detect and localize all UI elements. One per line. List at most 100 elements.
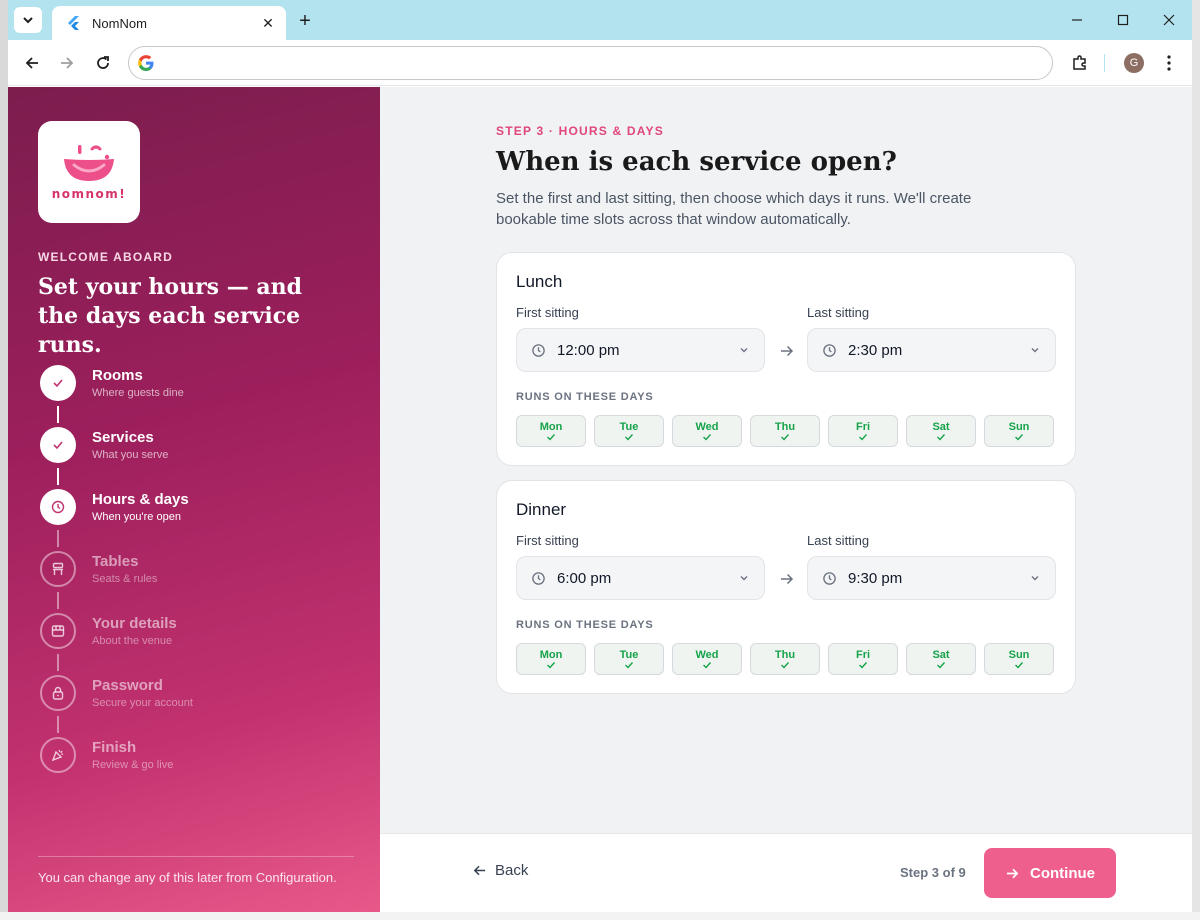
day-name: Sat (932, 420, 950, 433)
check-icon (936, 433, 946, 442)
step-label: Rooms (92, 367, 143, 384)
step-sublabel: What you serve (92, 449, 169, 461)
google-icon (138, 55, 154, 76)
day-toggle-wed[interactable]: Wed (672, 643, 742, 675)
day-name: Sun (1008, 420, 1030, 433)
continue-button[interactable]: Continue (984, 848, 1116, 898)
step-sublabel: Where guests dine (92, 387, 184, 399)
check-icon (546, 661, 556, 670)
tab-title: NomNom (92, 15, 147, 31)
sidebar-eyebrow: WELCOME ABOARD (38, 250, 174, 264)
step-circle (40, 613, 76, 649)
day-toggle-sun[interactable]: Sun (984, 415, 1054, 447)
check-icon (624, 433, 634, 442)
day-toggle-mon[interactable]: Mon (516, 643, 586, 675)
check-icon (1014, 661, 1024, 670)
maximize-button[interactable] (1100, 0, 1146, 40)
chevron-down-icon (740, 348, 748, 353)
day-name: Wed (695, 420, 719, 433)
desktop-taskbar-strip (0, 912, 1200, 920)
smile-logo-icon (64, 145, 114, 181)
day-name: Mon (539, 420, 563, 433)
party-icon (51, 749, 64, 762)
tab-close-icon[interactable]: ✕ (260, 15, 276, 32)
browser-menu-button[interactable] (1155, 49, 1183, 77)
check-icon (546, 433, 556, 442)
step-label: Hours & days (92, 491, 189, 508)
profile-avatar[interactable]: G (1124, 53, 1144, 73)
day-name: Mon (539, 648, 563, 661)
forward-nav-button[interactable] (53, 49, 81, 77)
step-connector (57, 592, 59, 609)
step-connector (57, 530, 59, 547)
day-toggle-thu[interactable]: Thu (750, 415, 820, 447)
day-toggle-sat[interactable]: Sat (906, 643, 976, 675)
day-toggle-sat[interactable]: Sat (906, 415, 976, 447)
logo-wordmark: nomnom! (51, 187, 127, 201)
day-toggle-fri[interactable]: Fri (828, 415, 898, 447)
puzzle-icon (1073, 55, 1086, 70)
step-label: Finish (92, 739, 137, 756)
first-sitting-select[interactable]: 12:00 pm (516, 328, 765, 372)
step-label: Password (92, 677, 163, 694)
back-button[interactable]: Back (472, 862, 528, 879)
day-toggle-sun[interactable]: Sun (984, 643, 1054, 675)
chevron-down-icon (740, 576, 748, 581)
reload-button[interactable] (89, 49, 117, 77)
step-label: Tables (92, 553, 139, 570)
select-value: 6:00 pm (557, 569, 612, 587)
main-panel: STEP 3 · HOURS & DAYS When is each servi… (380, 87, 1192, 912)
step-sublabel: Seats & rules (92, 573, 158, 585)
check-icon (702, 661, 712, 670)
step-circle (40, 365, 76, 401)
close-window-button[interactable] (1146, 0, 1192, 40)
extensions-button[interactable] (1066, 49, 1094, 77)
toolbar-separator (1104, 54, 1105, 72)
back-nav-button[interactable] (18, 49, 46, 77)
first-sitting-label: First sitting (516, 533, 579, 548)
maximize-icon (1117, 14, 1129, 26)
day-toggle-wed[interactable]: Wed (672, 415, 742, 447)
last-sitting-select[interactable]: 2:30 pm (807, 328, 1056, 372)
day-toggle-tue[interactable]: Tue (594, 415, 664, 447)
day-name: Fri (855, 420, 871, 433)
step-connector (57, 468, 59, 485)
last-sitting-label: Last sitting (807, 533, 870, 548)
reload-icon (97, 56, 109, 69)
check-icon (936, 661, 946, 670)
chevron-down-icon (23, 17, 33, 24)
kebab-menu-icon (1167, 55, 1171, 71)
select-value: 2:30 pm (848, 341, 903, 359)
browser-tab[interactable]: NomNom ✕ (52, 6, 286, 40)
day-toggle-group: Mon Tue Wed Thu Fri Sat Sun (516, 643, 1054, 675)
day-toggle-tue[interactable]: Tue (594, 643, 664, 675)
service-name: Dinner (516, 500, 567, 519)
continue-label: Continue (1030, 864, 1095, 882)
day-toggle-thu[interactable]: Thu (750, 643, 820, 675)
check-icon (858, 433, 868, 442)
step-sublabel: About the venue (92, 635, 173, 647)
select-value: 12:00 pm (557, 341, 620, 359)
minimize-button[interactable] (1054, 0, 1100, 40)
tab-strip: NomNom ✕ + (8, 0, 1192, 40)
day-toggle-mon[interactable]: Mon (516, 415, 586, 447)
step-connector (57, 654, 59, 671)
flutter-icon (66, 15, 82, 31)
clock-icon (531, 570, 547, 586)
sidebar-footer-note: You can change any of this later from Co… (38, 870, 337, 885)
address-bar[interactable] (128, 46, 1053, 80)
tab-search-button[interactable] (14, 7, 42, 33)
day-toggle-fri[interactable]: Fri (828, 643, 898, 675)
day-name: Wed (695, 648, 719, 661)
service-card-dinner: Dinner First sitting Last sitting 6:00 p… (496, 480, 1076, 694)
app-root: nomnom! WELCOME ABOARD Set your hours — … (8, 87, 1192, 912)
last-sitting-select[interactable]: 9:30 pm (807, 556, 1056, 600)
day-name: Thu (774, 420, 796, 433)
new-tab-button[interactable]: + (292, 8, 318, 34)
wizard-footer: Back Step 3 of 9 Continue (380, 833, 1192, 912)
step-circle (40, 427, 76, 463)
desktop-edge (1192, 0, 1200, 920)
last-sitting-label: Last sitting (807, 305, 870, 320)
first-sitting-select[interactable]: 6:00 pm (516, 556, 765, 600)
browser-window: NomNom ✕ + G nomnom! WELCOME ABOARD Set … (8, 0, 1192, 912)
